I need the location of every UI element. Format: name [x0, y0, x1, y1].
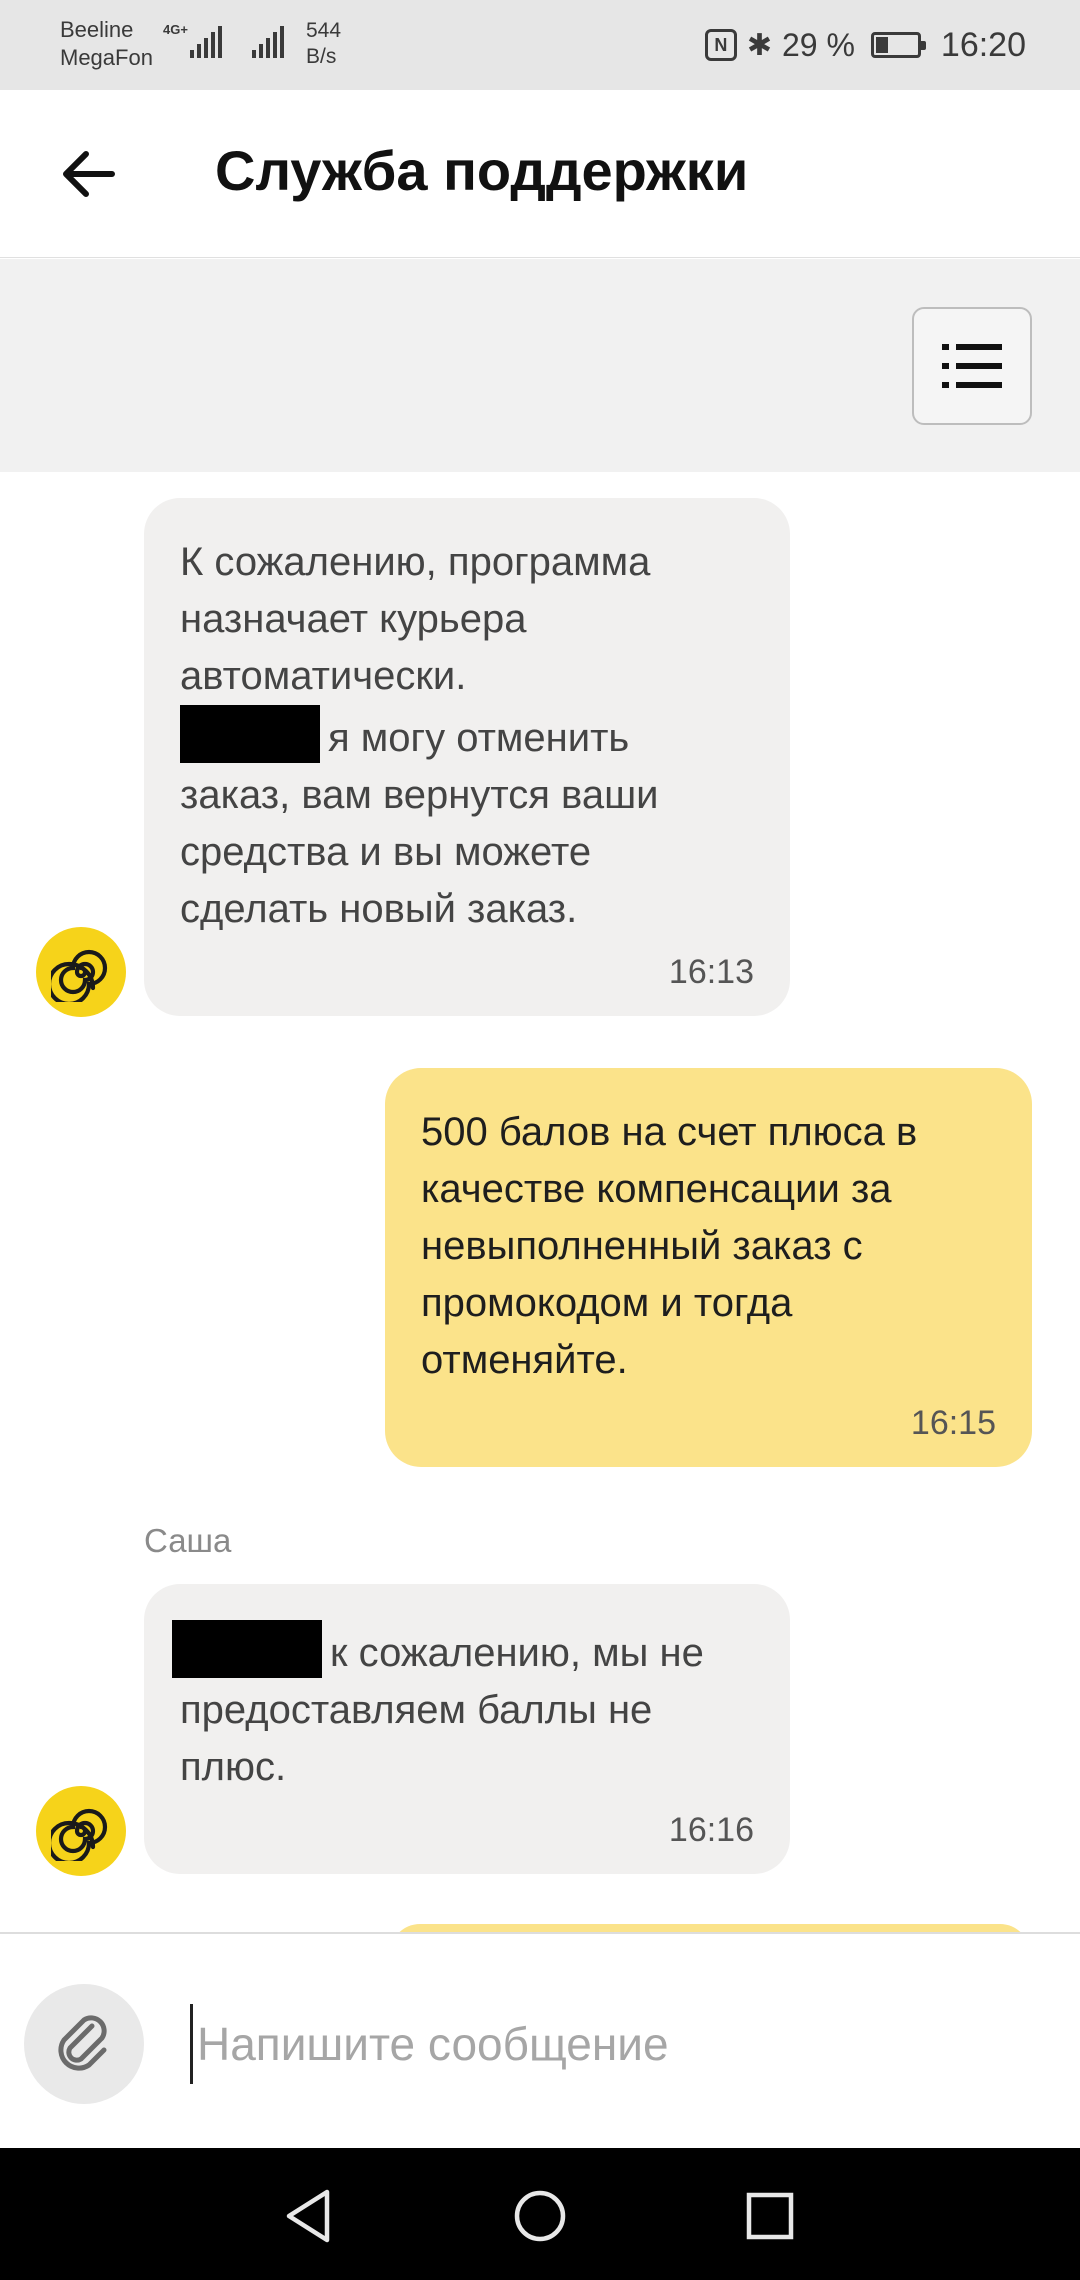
sender-name: Саша: [144, 1522, 232, 1559]
list-icon: [942, 344, 1002, 388]
triangle-back-icon: [286, 2189, 330, 2243]
message-text: К сожалению, программа назначает курьера…: [180, 540, 659, 931]
menu-button[interactable]: [912, 307, 1032, 425]
chat-messages[interactable]: К сожалению, программа назначает курьера…: [0, 472, 1080, 1932]
message-outgoing: 500 балов на счет плюса в качестве компе…: [385, 1068, 1032, 1467]
square-recents-icon: [746, 2192, 794, 2240]
message-time: 16:13: [668, 953, 754, 991]
redacted-block: [180, 705, 320, 763]
nav-home-button[interactable]: [508, 2184, 572, 2248]
battery-percent: 29 %: [781, 26, 855, 63]
arrow-left-icon: [63, 151, 115, 197]
page-title: Служба поддержки: [215, 139, 749, 202]
redacted-block: [172, 1620, 322, 1678]
spiral-logo-icon: [51, 949, 108, 1002]
message-time: 16:16: [668, 1811, 754, 1849]
carrier-name-1: Beeline: [60, 17, 134, 42]
network-type: 4G+: [163, 22, 188, 37]
message-text: 500 балов на счет плюса в качестве компе…: [421, 1110, 918, 1382]
support-avatar: [36, 927, 126, 1017]
nav-back-button[interactable]: [276, 2184, 340, 2248]
status-bar: Beeline MegaFon 4G+ 544 B/s N ✱ 29 % 16:…: [0, 0, 1080, 90]
back-button[interactable]: [48, 134, 128, 214]
attach-button[interactable]: [24, 1984, 144, 2104]
message-composer: [0, 1932, 1080, 2148]
clock: 16:20: [940, 25, 1026, 64]
nav-recents-button[interactable]: [738, 2184, 802, 2248]
network-speed-value: 544: [306, 19, 342, 42]
message-incoming: к сожалению, мы не предоставляем баллы н…: [144, 1584, 790, 1874]
message-time: 16:15: [910, 1404, 996, 1442]
signal-strength-icon: [190, 26, 222, 58]
status-icons: N ✱ 29 % 16:20: [704, 24, 1026, 66]
paperclip-icon: [58, 2015, 107, 2071]
nfc-icon: N: [704, 29, 737, 61]
battery-icon: [870, 32, 926, 58]
system-navigation-bar: [0, 2148, 1080, 2280]
support-avatar: [36, 1786, 126, 1876]
message-incoming: К сожалению, программа назначает курьера…: [144, 498, 790, 1016]
app-header: Служба поддержки: [0, 90, 1080, 258]
message-outgoing-partial: [390, 1924, 1030, 1932]
circle-home-icon: [514, 2190, 566, 2242]
message-input[interactable]: [190, 2004, 1040, 2084]
toolbar-band: [0, 259, 1080, 472]
carrier-block: Beeline MegaFon: [60, 16, 170, 72]
message-text: к сожалению, мы не предоставляем баллы н…: [172, 1620, 754, 1796]
network-speed-unit: B/s: [306, 45, 337, 68]
network-speed: 544 B/s: [306, 18, 341, 70]
spiral-logo-icon: [51, 1808, 108, 1861]
carrier-name-2: MegaFon: [60, 45, 153, 70]
bluetooth-icon: ✱: [746, 28, 772, 62]
signal-strength-icon: [252, 26, 284, 58]
